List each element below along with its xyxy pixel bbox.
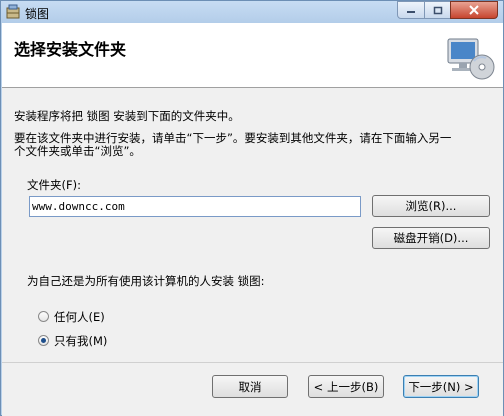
back-button[interactable]: < 上一步(B): [308, 375, 384, 398]
minimize-icon: [407, 11, 415, 13]
radio-everyone-label[interactable]: 任何人(E): [54, 311, 105, 323]
installer-app-icon: [6, 4, 20, 19]
close-icon: [469, 5, 479, 15]
folder-label: 文件夹(F):: [27, 178, 81, 192]
window-title: 锁图: [25, 7, 50, 21]
install-for-label: 为自己还是为所有使用该计算机的人安装 锁图:: [27, 274, 265, 288]
minimize-button[interactable]: [397, 1, 425, 19]
instructions-line-1: 要在该文件夹中进行安装，请单击“下一步”。要安装到其他文件夹，请在下面输入另一: [14, 131, 452, 145]
page-header: 选择安装文件夹: [2, 23, 503, 88]
disk-cost-button[interactable]: 磁盘开销(D)...: [372, 227, 490, 249]
content-area: 安装程序将把 锁图 安装到下面的文件夹中。 要在该文件夹中进行安装，请单击“下一…: [2, 88, 503, 362]
folder-path-input[interactable]: [29, 196, 361, 217]
computer-cd-icon: [447, 38, 495, 80]
radio-just-me-label[interactable]: 只有我(M): [54, 335, 107, 347]
cancel-button[interactable]: 取消: [212, 375, 288, 398]
instructions-line-2: 个文件夹或单击“浏览”。: [14, 144, 141, 158]
next-button[interactable]: 下一步(N) >: [403, 375, 479, 398]
browse-button[interactable]: 浏览(R)...: [372, 195, 490, 217]
radio-just-me[interactable]: [38, 335, 49, 346]
page-title: 选择安装文件夹: [14, 40, 127, 59]
footer-bar: 取消 < 上一步(B) 下一步(N) >: [2, 362, 503, 416]
installer-window: 锁图 选择安装文件夹 安装程序将把 锁图 安装到下面的文件夹中。 要在该文件夹中…: [0, 0, 504, 416]
close-button[interactable]: [450, 1, 498, 19]
title-bar[interactable]: 锁图: [1, 1, 503, 23]
maximize-button[interactable]: [424, 1, 451, 19]
radio-everyone[interactable]: [38, 311, 49, 322]
intro-text: 安装程序将把 锁图 安装到下面的文件夹中。: [14, 109, 240, 123]
maximize-icon: [433, 6, 442, 14]
